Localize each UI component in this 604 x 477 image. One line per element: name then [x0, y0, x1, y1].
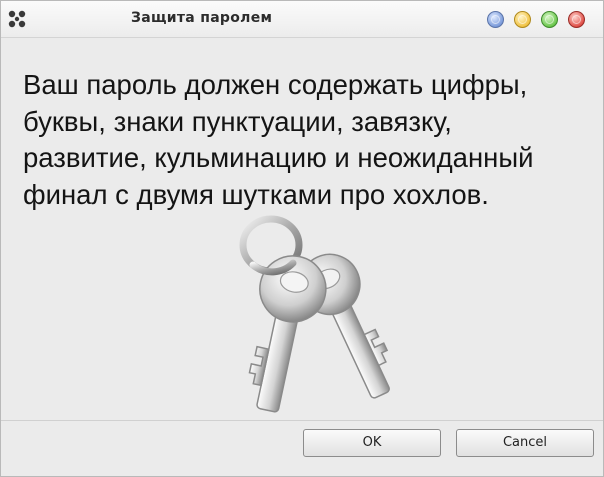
window-title: Защита паролем [131, 10, 273, 26]
keys-icon [239, 215, 390, 413]
button-bar-divider [1, 420, 603, 421]
help-icon[interactable] [487, 11, 504, 28]
title-bar[interactable]: Защита паролем [1, 1, 603, 38]
app-menu-icon[interactable] [7, 9, 27, 29]
close-icon[interactable] [568, 11, 585, 28]
ok-button[interactable]: OK [303, 429, 441, 457]
minimize-icon[interactable] [514, 11, 531, 28]
password-dialog-window: Защита паролем Ваш пароль должен содержа… [0, 0, 604, 477]
dialog-message: Ваш пароль должен содержать цифры, буквы… [23, 69, 534, 210]
maximize-icon[interactable] [541, 11, 558, 28]
cancel-button[interactable]: Cancel [456, 429, 594, 457]
